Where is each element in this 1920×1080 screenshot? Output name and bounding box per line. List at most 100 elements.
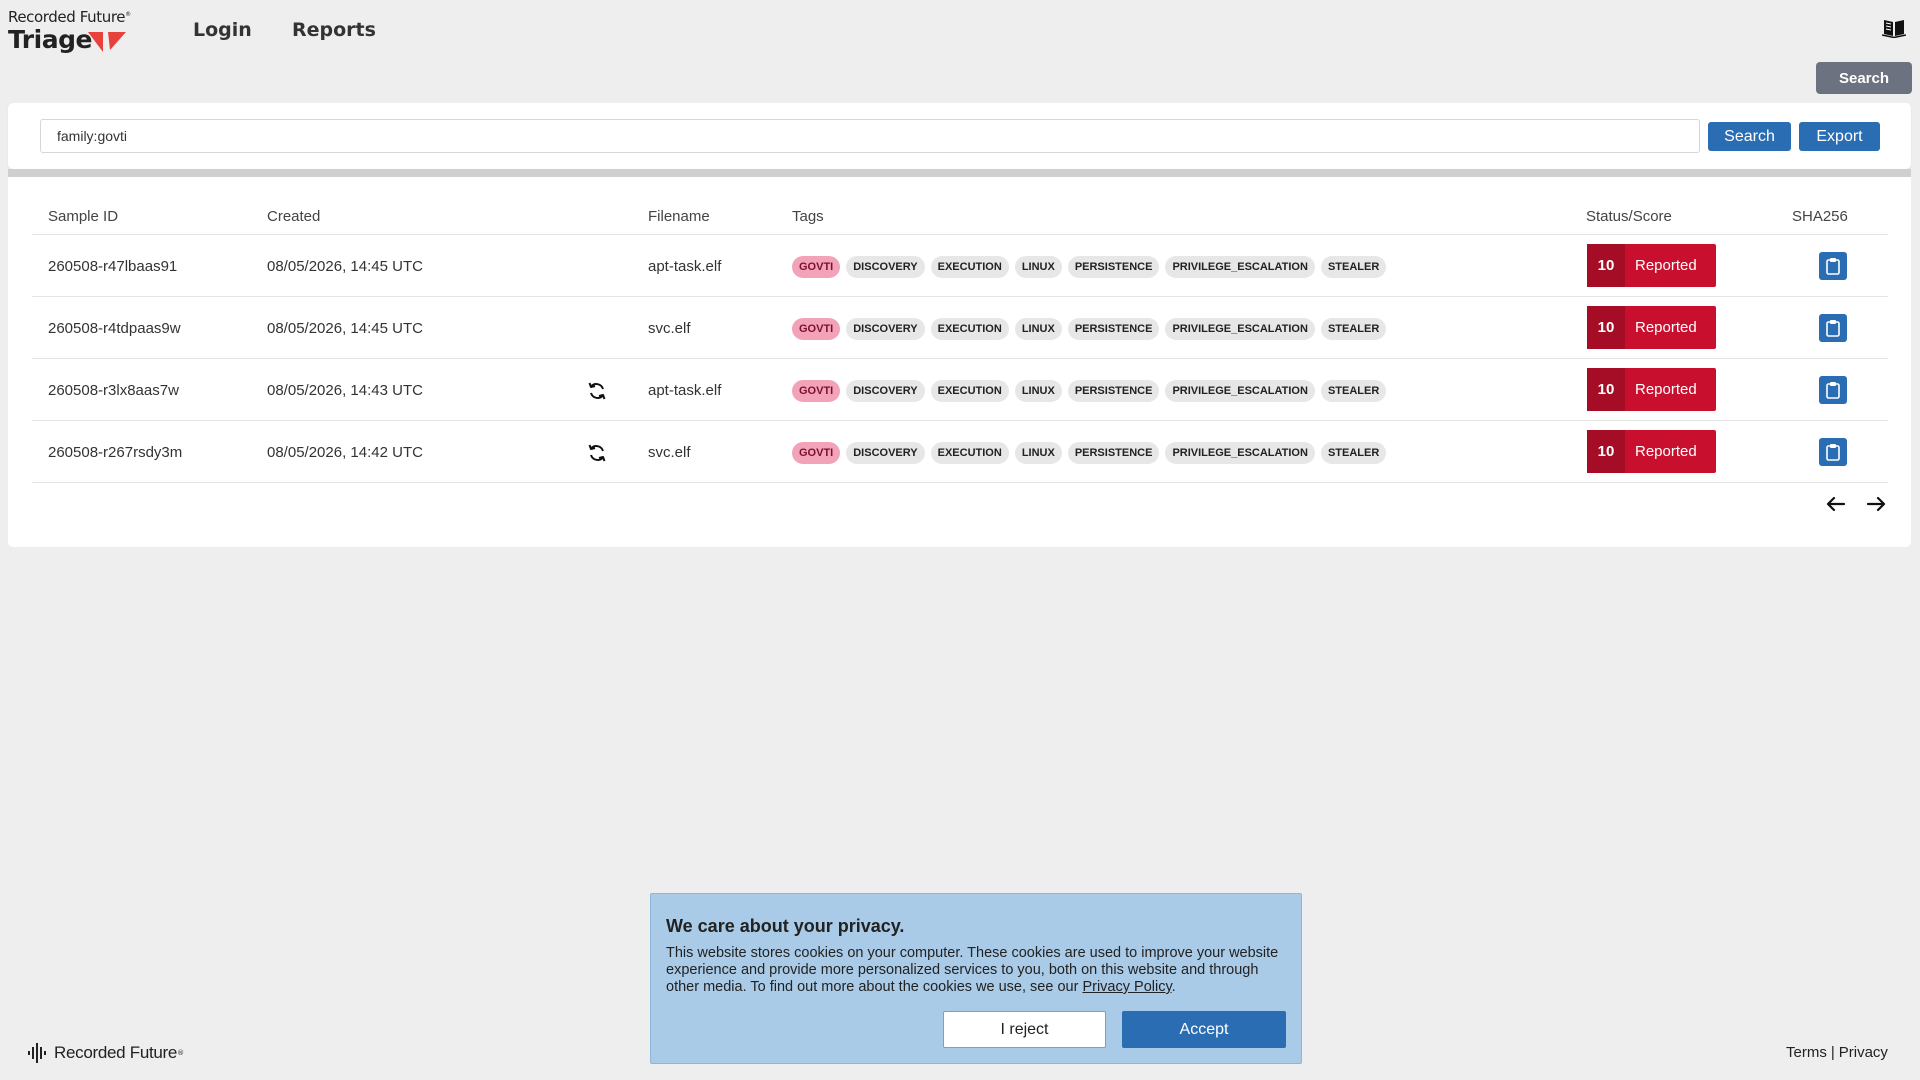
family-tag[interactable]: GOVTI: [792, 380, 841, 402]
cookie-text: This website stores cookies on your comp…: [666, 945, 1279, 995]
filename: svc.elf: [648, 444, 691, 461]
footer-brand-text: Recorded Future: [54, 1043, 178, 1062]
header-status-score[interactable]: Status/Score: [1586, 208, 1672, 225]
tag-badge[interactable]: LINUX: [1014, 318, 1062, 340]
header-tags: Tags: [792, 208, 824, 225]
sample-id-link[interactable]: 260508-r267rsdy3m: [48, 444, 182, 461]
tag-badge[interactable]: EXECUTION: [930, 442, 1009, 464]
documentation-book-icon[interactable]: [1882, 18, 1906, 38]
results-table: Sample ID Created Filename Tags Status/S…: [8, 177, 1911, 547]
score-value: 10: [1587, 244, 1625, 287]
clipboard-icon: [1826, 444, 1840, 461]
score-value: 10: [1587, 368, 1625, 411]
tag-badge[interactable]: PRIVILEGE_ESCALATION: [1165, 380, 1315, 402]
footer-logo[interactable]: Recorded Future ®: [28, 1040, 184, 1066]
search-button[interactable]: Search: [1708, 122, 1791, 151]
tag-badge[interactable]: STEALER: [1320, 256, 1387, 278]
terms-link[interactable]: Terms: [1786, 1044, 1827, 1061]
copy-sha256-button[interactable]: [1819, 314, 1847, 342]
family-tag[interactable]: GOVTI: [792, 442, 841, 464]
status-text: Reported: [1635, 443, 1697, 460]
cookie-title: We care about your privacy.: [666, 916, 905, 936]
accept-cookies-button[interactable]: Accept: [1122, 1011, 1286, 1048]
header-sample-id[interactable]: Sample ID: [48, 208, 118, 225]
family-tag[interactable]: GOVTI: [792, 318, 841, 340]
tag-badge[interactable]: DISCOVERY: [846, 380, 925, 402]
filename: apt-task.elf: [648, 258, 722, 275]
copy-sha256-button[interactable]: [1819, 252, 1847, 280]
search-toggle-button[interactable]: Search: [1816, 62, 1912, 94]
table-row[interactable]: 260508-r47lbaas91 08/05/2026, 14:45 UTC ap…: [8, 235, 1911, 297]
nav-login[interactable]: Login: [193, 19, 252, 41]
table-row[interactable]: 260508-r4tdpaas9w 08/05/2026, 14:45 UTC sv…: [8, 297, 1911, 359]
tag-badge[interactable]: PRIVILEGE_ESCALATION: [1165, 256, 1315, 278]
tag-badge[interactable]: PERSISTENCE: [1067, 442, 1160, 464]
score-value: 10: [1587, 306, 1625, 349]
filename: svc.elf: [648, 320, 691, 337]
tag-badge[interactable]: EXECUTION: [930, 380, 1009, 402]
tag-badge[interactable]: EXECUTION: [930, 318, 1009, 340]
next-page-arrow-icon[interactable]: [1863, 491, 1889, 517]
status-badge: 10 Reported: [1587, 244, 1716, 287]
tag-badge[interactable]: PRIVILEGE_ESCALATION: [1165, 442, 1315, 464]
tag-badge[interactable]: LINUX: [1014, 442, 1062, 464]
table-row[interactable]: 260508-r267rsdy3m 08/05/2026, 14:42 UTC sv…: [8, 421, 1911, 483]
created-date: 08/05/2026, 14:43 UTC: [267, 382, 423, 399]
privacy-policy-link[interactable]: Privacy Policy: [1082, 979, 1171, 995]
filename: apt-task.elf: [648, 382, 722, 399]
tag-list: GOVTI DISCOVERY EXECUTION LINUX PERSISTENCE P…: [792, 256, 1387, 278]
triage-logo[interactable]: Recorded Future® Triage: [8, 8, 138, 54]
copy-sha256-button[interactable]: [1819, 438, 1847, 466]
sample-id-link[interactable]: 260508-r4tdpaas9w: [48, 320, 181, 337]
resubmit-sync-icon[interactable]: [586, 380, 608, 402]
cookie-consent-banner: We care about your privacy. This website…: [650, 893, 1302, 1064]
resubmit-sync-icon[interactable]: [586, 442, 608, 464]
tag-badge[interactable]: EXECUTION: [930, 256, 1009, 278]
logo-brand-text: Recorded Future: [8, 8, 126, 26]
family-tag[interactable]: GOVTI: [792, 256, 841, 278]
header-filename[interactable]: Filename: [648, 208, 710, 225]
clipboard-icon: [1826, 258, 1840, 275]
privacy-link[interactable]: Privacy: [1839, 1044, 1888, 1061]
row-divider: [32, 482, 1888, 483]
tag-badge[interactable]: PERSISTENCE: [1067, 256, 1160, 278]
header-created[interactable]: Created: [267, 208, 320, 225]
nav-reports[interactable]: Reports: [292, 19, 376, 41]
search-panel: Search Export: [8, 103, 1911, 169]
tag-badge[interactable]: DISCOVERY: [846, 442, 925, 464]
tag-list: GOVTI DISCOVERY EXECUTION LINUX PERSISTENCE P…: [792, 380, 1387, 402]
recorded-future-mark-icon: [28, 1043, 46, 1063]
tag-list: GOVTI DISCOVERY EXECUTION LINUX PERSISTENCE P…: [792, 318, 1387, 340]
clipboard-icon: [1826, 320, 1840, 337]
tag-badge[interactable]: STEALER: [1320, 442, 1387, 464]
tag-badge[interactable]: DISCOVERY: [846, 318, 925, 340]
status-text: Reported: [1635, 381, 1697, 398]
status-text: Reported: [1635, 319, 1697, 336]
logo-chevron-icon: [88, 32, 126, 52]
tag-badge[interactable]: STEALER: [1320, 380, 1387, 402]
sample-id-link[interactable]: 260508-r47lbaas91: [48, 258, 177, 275]
tag-badge[interactable]: PERSISTENCE: [1067, 318, 1160, 340]
reject-cookies-button[interactable]: I reject: [943, 1011, 1106, 1048]
score-value: 10: [1587, 430, 1625, 473]
tag-badge[interactable]: STEALER: [1320, 318, 1387, 340]
previous-page-arrow-icon[interactable]: [1823, 491, 1849, 517]
sample-id-link[interactable]: 260508-r3lx8aas7w: [48, 382, 179, 399]
cookie-body: This website stores cookies on your comp…: [666, 945, 1291, 996]
tag-badge[interactable]: DISCOVERY: [846, 256, 925, 278]
export-button[interactable]: Export: [1799, 122, 1880, 151]
footer-links: Terms | Privacy: [1786, 1044, 1888, 1061]
search-input[interactable]: [40, 119, 1700, 153]
registered-mark: ®: [125, 11, 131, 18]
tag-badge[interactable]: LINUX: [1014, 256, 1062, 278]
tag-list: GOVTI DISCOVERY EXECUTION LINUX PERSISTENCE P…: [792, 442, 1387, 464]
tag-badge[interactable]: PRIVILEGE_ESCALATION: [1165, 318, 1315, 340]
tag-badge[interactable]: PERSISTENCE: [1067, 380, 1160, 402]
footer-registered-mark: ®: [177, 1049, 185, 1057]
status-badge: 10 Reported: [1587, 306, 1716, 349]
copy-sha256-button[interactable]: [1819, 376, 1847, 404]
status-badge: 10 Reported: [1587, 430, 1716, 473]
tag-badge[interactable]: LINUX: [1014, 380, 1062, 402]
created-date: 08/05/2026, 14:42 UTC: [267, 444, 423, 461]
table-row[interactable]: 260508-r3lx8aas7w 08/05/2026, 14:43 UTC ap…: [8, 359, 1911, 421]
